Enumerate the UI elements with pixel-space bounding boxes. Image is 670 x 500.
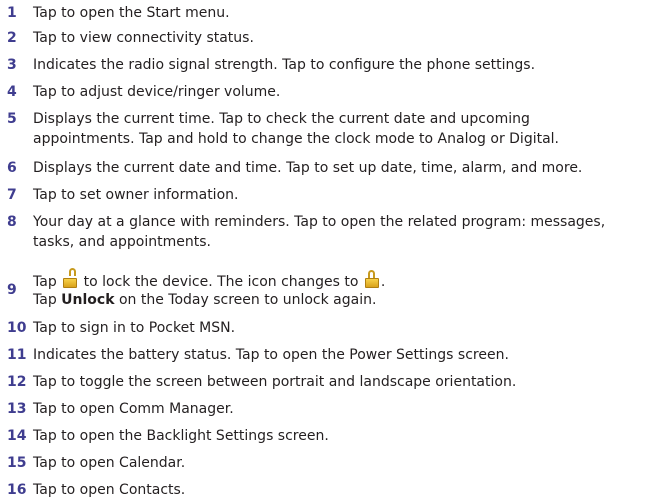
legend-item-line: Indicates the battery status. Tap to ope… bbox=[33, 347, 509, 363]
text-fragment: on the Today screen to unlock again. bbox=[114, 292, 377, 308]
legend-item-line: Tap Unlock on the Today screen to unlock… bbox=[33, 290, 669, 310]
legend-item-number: 4 bbox=[7, 84, 17, 100]
locked-padlock-icon bbox=[364, 270, 379, 288]
legend-item-number: 9 bbox=[7, 282, 17, 298]
legend-item-number: 13 bbox=[7, 401, 27, 417]
text-fragment: Tap bbox=[33, 292, 62, 308]
legend-item-text: Your day at a glance with reminders. Tap… bbox=[33, 212, 669, 252]
legend-item-line: Tap to adjust device/ringer volume. bbox=[33, 84, 281, 100]
legend-item-number: 1 bbox=[7, 5, 17, 21]
legend-item-text: Tap to sign in to Pocket MSN. bbox=[33, 318, 669, 338]
legend-item-line: Displays the current time. Tap to check … bbox=[33, 111, 530, 127]
legend-item-line: Tap to toggle the screen between portrai… bbox=[33, 374, 517, 390]
unlock-keyword: Unlock bbox=[61, 292, 115, 308]
legend-item-number: 11 bbox=[7, 347, 27, 363]
legend-item-text: Tap to open Comm Manager. bbox=[33, 399, 669, 419]
text-fragment: . bbox=[380, 274, 386, 290]
legend-item-number: 6 bbox=[7, 160, 17, 176]
legend-item-text: Displays the current time. Tap to check … bbox=[33, 109, 669, 149]
legend-item-number: 5 bbox=[7, 111, 17, 127]
legend-item-number: 2 bbox=[7, 30, 17, 46]
legend-item-line: Your day at a glance with reminders. Tap… bbox=[33, 214, 606, 230]
legend-item-line: Tap to open Contacts. bbox=[33, 482, 186, 498]
legend-item-text: Displays the current date and time. Tap … bbox=[33, 158, 669, 178]
legend-item-text: Tap to open Contacts. bbox=[33, 480, 669, 500]
legend-item-number: 10 bbox=[7, 320, 27, 336]
legend-item-number: 15 bbox=[7, 455, 27, 471]
legend-item-number: 16 bbox=[7, 482, 27, 498]
legend-item-number: 3 bbox=[7, 57, 17, 73]
legend-item-text: Tap to open Calendar. bbox=[33, 453, 669, 473]
legend-item-number: 8 bbox=[7, 214, 17, 230]
legend-item-line: appointments. Tap and hold to change the… bbox=[33, 131, 559, 147]
legend-item-number: 12 bbox=[7, 374, 27, 390]
legend-item-line: Tap to open the Backlight Settings scree… bbox=[33, 428, 329, 444]
legend-item-line: Tap to view connectivity status. bbox=[33, 30, 254, 46]
legend-item-line: Tap to set owner information. bbox=[33, 187, 239, 203]
legend-item-text: Indicates the battery status. Tap to ope… bbox=[33, 345, 669, 365]
legend-item-text: Indicates the radio signal strength. Tap… bbox=[33, 55, 669, 75]
legend-item-number: 14 bbox=[7, 428, 27, 444]
legend-item-text: Tap to adjust device/ringer volume. bbox=[33, 82, 669, 102]
legend-item-line: Tap to open Calendar. bbox=[33, 455, 186, 471]
legend-item-line: Indicates the radio signal strength. Tap… bbox=[33, 57, 536, 73]
legend-item-line: Tap to sign in to Pocket MSN. bbox=[33, 320, 236, 336]
unlocked-padlock-icon bbox=[63, 268, 78, 288]
legend-item-text: Tap to toggle the screen between portrai… bbox=[33, 372, 669, 392]
legend-item-line: Tap to open Comm Manager. bbox=[33, 401, 234, 417]
legend-item-line: Tap to lock the device. The icon changes… bbox=[33, 268, 669, 290]
legend-item-text: Tap to open the Backlight Settings scree… bbox=[33, 426, 669, 446]
text-fragment: Tap bbox=[33, 274, 62, 290]
legend-item-line: tasks, and appointments. bbox=[33, 234, 211, 250]
legend-item-text: Tap to lock the device. The icon changes… bbox=[33, 268, 669, 310]
text-fragment: to lock the device. The icon changes to bbox=[79, 274, 363, 290]
legend-item-line: Displays the current date and time. Tap … bbox=[33, 160, 583, 176]
legend-item-number: 7 bbox=[7, 187, 17, 203]
legend-item-text: Tap to set owner information. bbox=[33, 185, 669, 205]
callout-legend: 1 Tap to open the Start menu. 2 Tap to view… bbox=[0, 0, 670, 498]
legend-item-text: Tap to view connectivity status. bbox=[33, 28, 669, 48]
legend-item-line: Tap to open the Start menu. bbox=[33, 5, 230, 21]
legend-item-text: Tap to open the Start menu. bbox=[33, 3, 669, 23]
